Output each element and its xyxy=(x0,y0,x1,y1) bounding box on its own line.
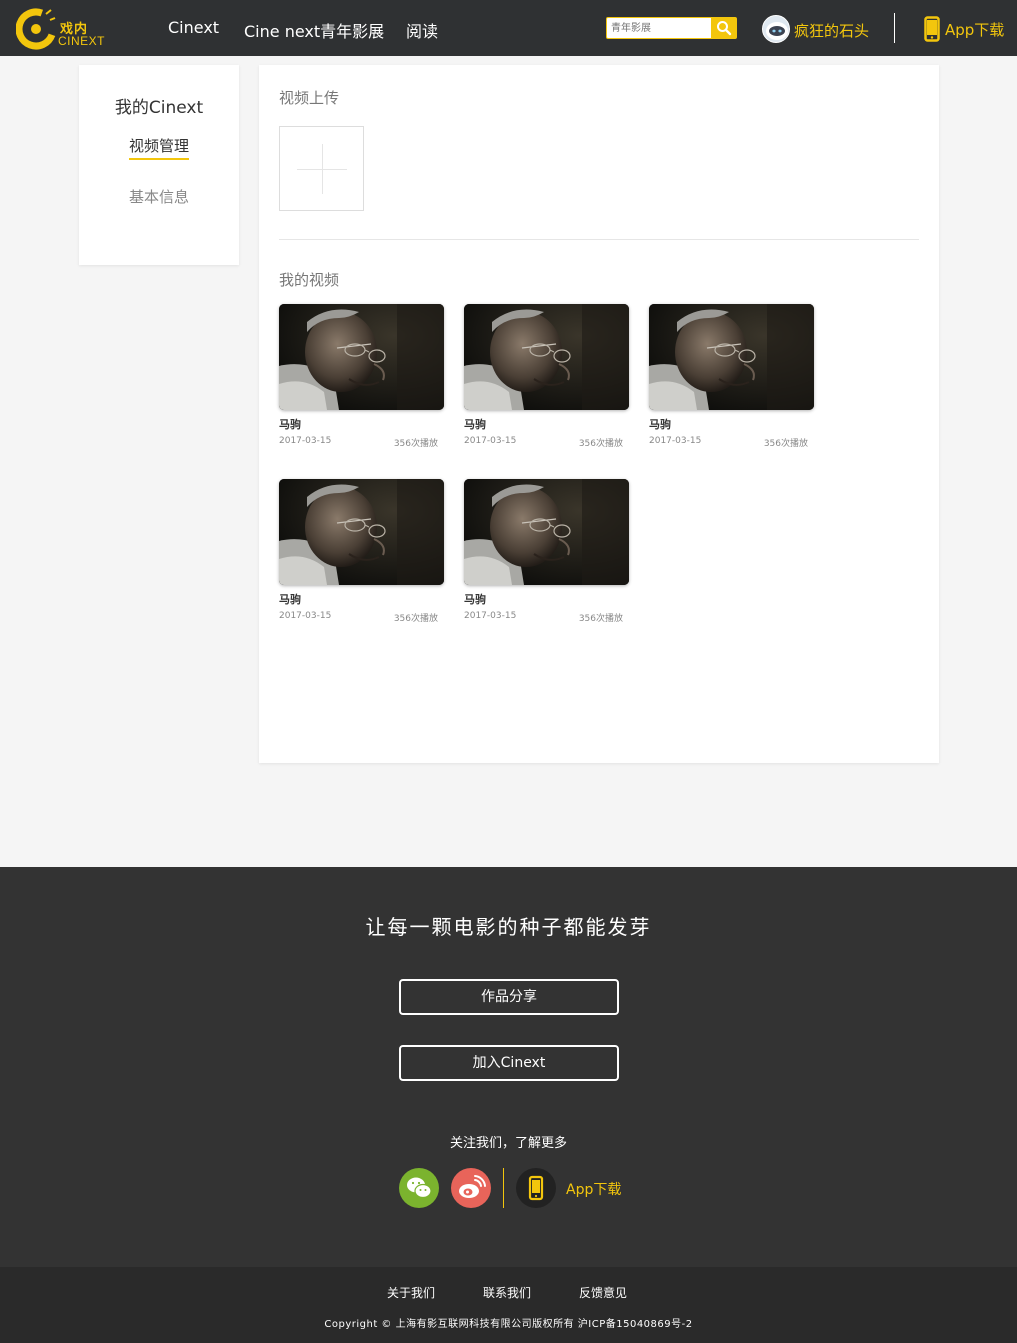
video-plays: 356次播放 xyxy=(393,614,438,624)
video-still-image xyxy=(464,479,629,585)
video-thumbnail[interactable] xyxy=(649,304,814,410)
footer-app-download-label[interactable]: App下载 xyxy=(566,1179,621,1199)
nav-cinext[interactable]: Cinext xyxy=(168,18,219,37)
wechat-icon xyxy=(407,1177,432,1199)
username[interactable]: 疯狂的石头 xyxy=(794,20,869,41)
copyright-text: Copyright © 上海有影互联网科技有限公司版权所有 沪ICP备15040… xyxy=(324,1319,693,1330)
video-plays: 356次播放 xyxy=(578,439,623,449)
video-date: 2017-03-15 xyxy=(464,436,517,446)
about-us-link[interactable]: 关于我们 xyxy=(387,1284,435,1301)
weibo-button[interactable] xyxy=(451,1168,491,1208)
video-card[interactable]: 马驹 2017-03-15 356次播放 xyxy=(649,304,814,454)
video-title[interactable]: 马驹 xyxy=(464,591,486,607)
sidebar-title: 我的Cinext xyxy=(114,98,204,118)
phone-icon xyxy=(924,16,940,42)
video-title[interactable]: 马驹 xyxy=(649,416,671,432)
section-divider xyxy=(279,239,919,240)
robot-avatar-icon xyxy=(763,16,789,42)
share-works-button[interactable]: 作品分享 xyxy=(399,979,619,1015)
social-divider xyxy=(503,1168,504,1208)
video-still-image xyxy=(279,479,444,585)
follow-text: 关注我们，了解更多 xyxy=(449,1136,567,1151)
upload-button[interactable] xyxy=(279,126,364,211)
video-date: 2017-03-15 xyxy=(279,436,332,446)
video-plays: 356次播放 xyxy=(763,439,808,449)
user-avatar[interactable] xyxy=(762,15,790,43)
sidebar-item-video-management[interactable]: 视频管理 xyxy=(79,135,239,160)
video-thumbnail[interactable] xyxy=(279,479,444,585)
video-title[interactable]: 马驹 xyxy=(279,416,301,432)
video-still-image xyxy=(649,304,814,410)
phone-icon xyxy=(528,1175,544,1201)
video-date: 2017-03-15 xyxy=(649,436,702,446)
cinext-logo[interactable]: 戏内 CINEXT xyxy=(15,8,106,50)
video-thumbnail[interactable] xyxy=(464,479,629,585)
weibo-icon xyxy=(459,1175,486,1198)
sidebar-item-label: 基本信息 xyxy=(128,188,189,206)
contact-us-link[interactable]: 联系我们 xyxy=(483,1284,531,1301)
video-title[interactable]: 马驹 xyxy=(464,416,486,432)
bottom-bar: 关于我们 联系我们 反馈意见 Copyright © 上海有影互联网科技有限公司… xyxy=(0,1267,1017,1343)
video-plays: 356次播放 xyxy=(578,614,623,624)
footer-app-download-button[interactable] xyxy=(516,1168,556,1208)
search-button[interactable] xyxy=(711,17,737,39)
video-date: 2017-03-15 xyxy=(464,611,517,621)
feedback-link[interactable]: 反馈意见 xyxy=(579,1284,627,1301)
search-input[interactable] xyxy=(606,17,712,39)
header-divider xyxy=(894,13,895,43)
video-card[interactable]: 马驹 2017-03-15 356次播放 xyxy=(464,479,629,629)
footer-slogan: 让每一颗电影的种子都能发芽 xyxy=(365,915,652,939)
video-still-image xyxy=(464,304,629,410)
videos-section-title: 我的视频 xyxy=(279,271,340,289)
main-panel: 视频上传 我的视频 马驹 2017-03-15 356次播放 马驹 2017-0… xyxy=(259,65,939,763)
video-thumbnail[interactable] xyxy=(279,304,444,410)
video-thumbnail[interactable] xyxy=(464,304,629,410)
app-download-label: App下载 xyxy=(945,21,1005,39)
nav-reading[interactable]: 阅读 xyxy=(406,18,438,42)
video-plays: 356次播放 xyxy=(393,439,438,449)
video-card[interactable]: 马驹 2017-03-15 356次播放 xyxy=(464,304,629,454)
sidebar-item-basic-info[interactable]: 基本信息 xyxy=(79,186,239,207)
upload-section-title: 视频上传 xyxy=(279,89,340,107)
header-app-download[interactable]: App下载 xyxy=(924,16,1004,42)
search-icon xyxy=(717,21,732,36)
video-still-image xyxy=(279,304,444,410)
wechat-button[interactable] xyxy=(399,1168,439,1208)
logo-en-text: CINEXT xyxy=(58,34,106,48)
search-box xyxy=(606,17,737,39)
video-title[interactable]: 马驹 xyxy=(279,591,301,607)
top-header: 戏内 CINEXT Cinext Cine next青年影展 阅读 疯狂的石头 xyxy=(0,0,1017,56)
sidebar: 我的Cinext 视频管理 基本信息 xyxy=(79,65,239,265)
logo-mark-icon xyxy=(15,8,57,50)
footer: 让每一颗电影的种子都能发芽 作品分享 加入Cinext 关注我们，了解更多 Ap… xyxy=(0,867,1017,1267)
sidebar-item-label: 视频管理 xyxy=(128,137,189,160)
nav-film-festival[interactable]: Cine next青年影展 xyxy=(244,18,384,42)
video-card[interactable]: 马驹 2017-03-15 356次播放 xyxy=(279,479,444,629)
video-card[interactable]: 马驹 2017-03-15 356次播放 xyxy=(279,304,444,454)
join-cinext-button[interactable]: 加入Cinext xyxy=(399,1045,619,1081)
video-date: 2017-03-15 xyxy=(279,611,332,621)
